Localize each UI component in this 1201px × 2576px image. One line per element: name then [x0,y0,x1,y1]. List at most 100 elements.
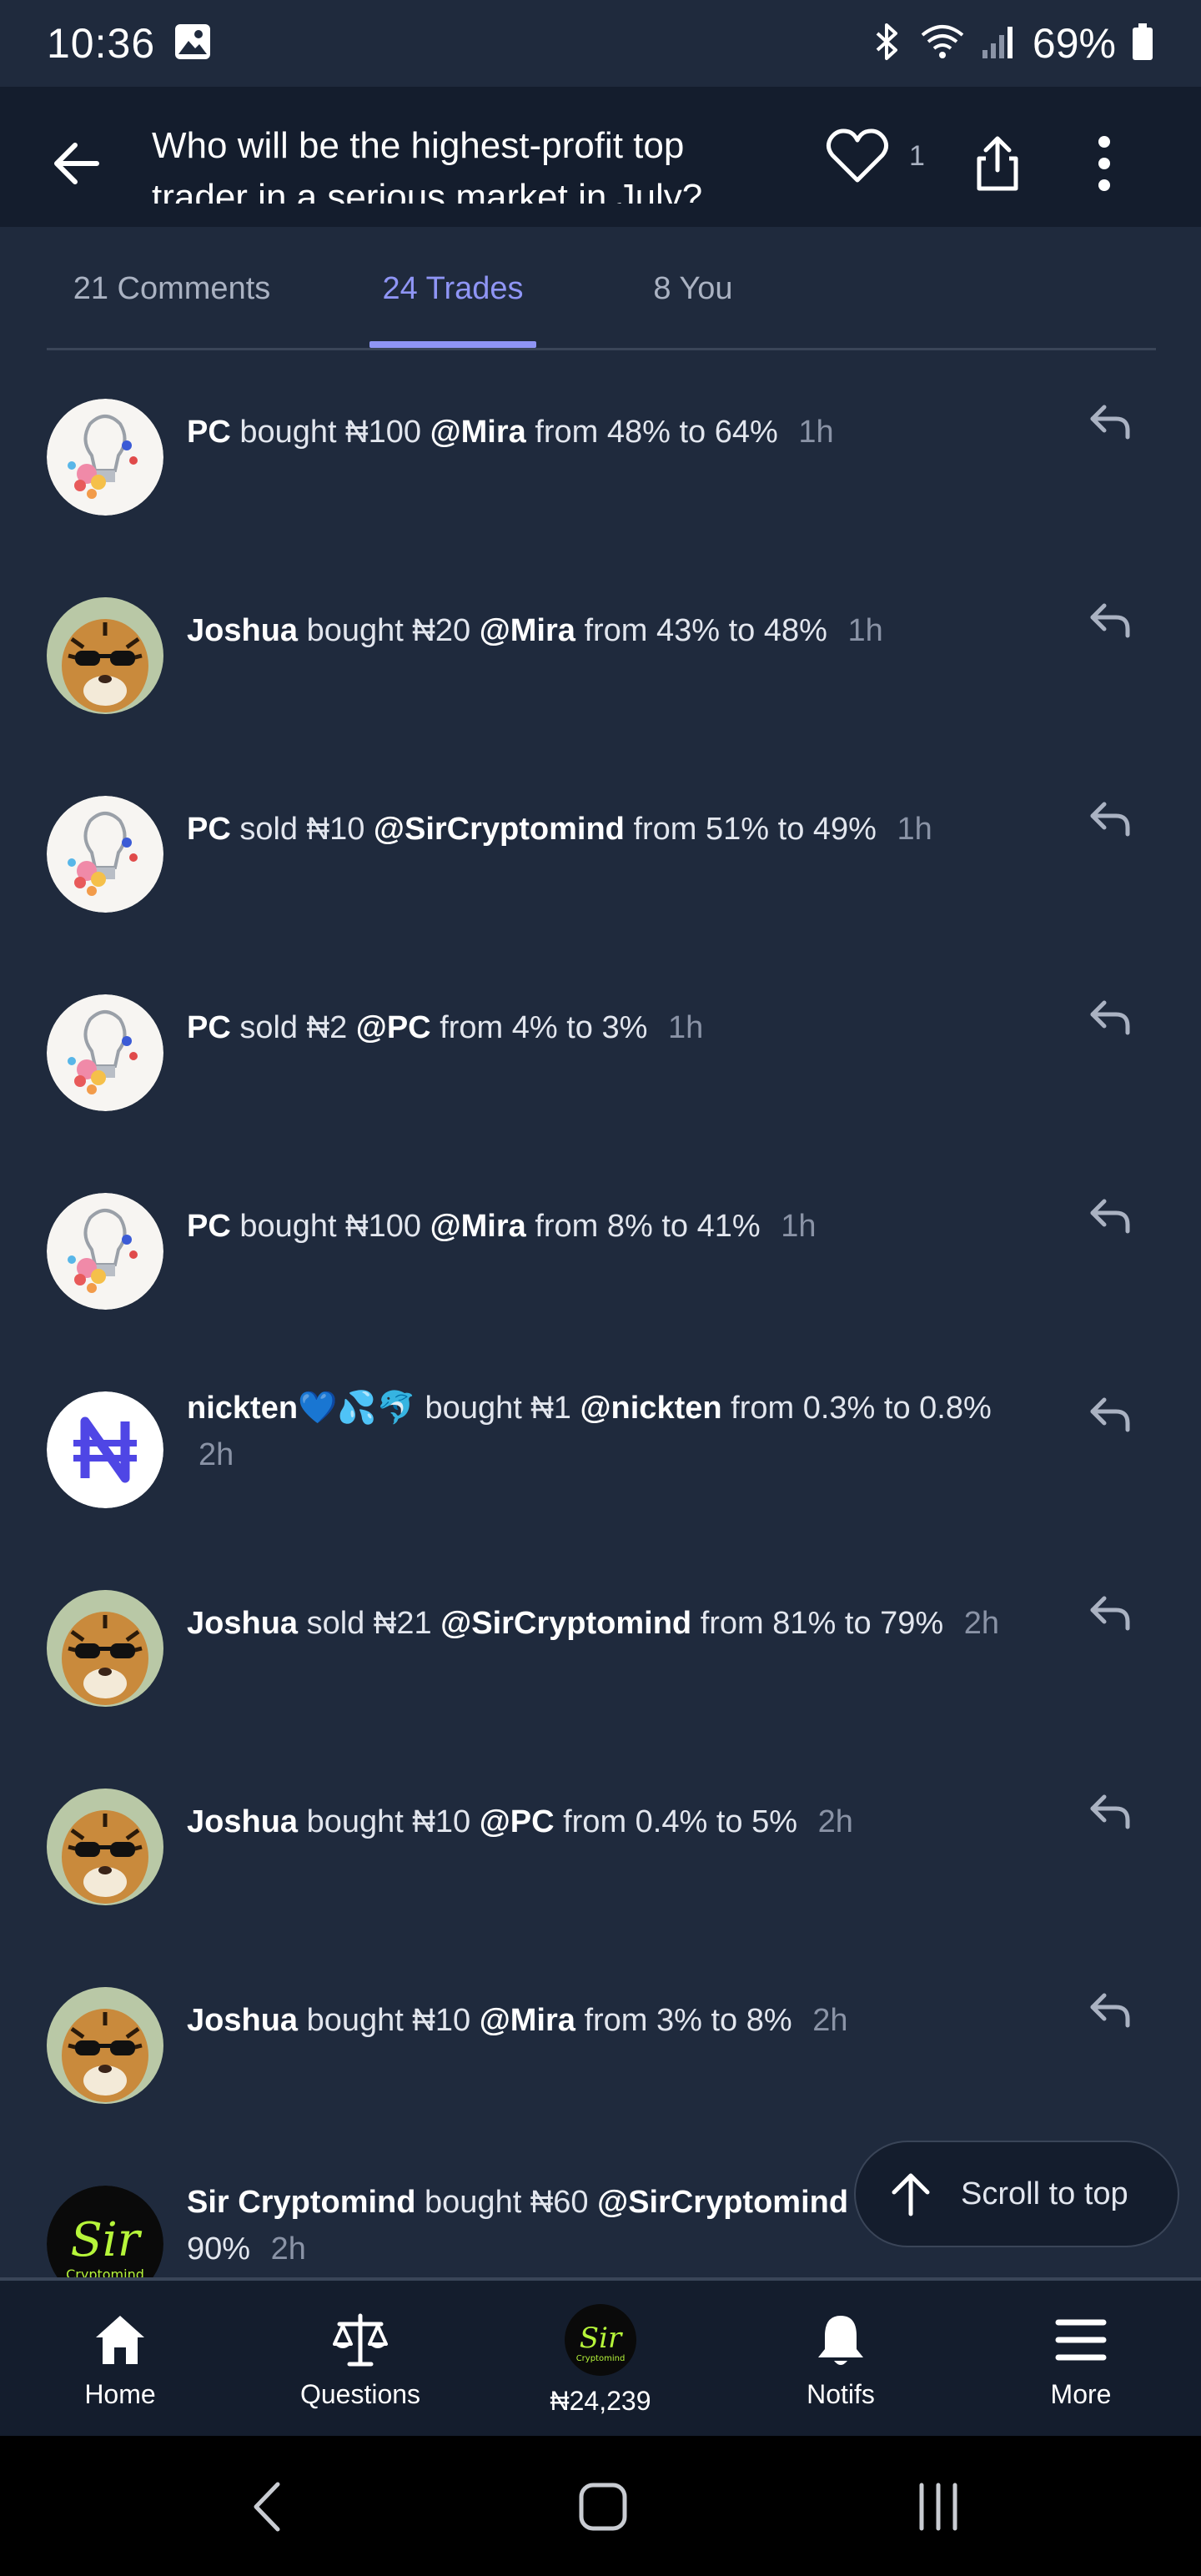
nav-balance[interactable]: Sir Cryptomind ₦24,239 [480,2281,721,2439]
trade-action: bought [425,1391,522,1426]
tab-comments[interactable]: 21 Comments [47,227,297,350]
user-avatar[interactable] [47,1789,163,1905]
trade-prob-to: 3% [601,1010,648,1045]
reply-button[interactable] [1084,1588,1134,1638]
trade-answer[interactable]: @SirCryptomind [597,2185,848,2220]
trade-from-word: from [440,1010,504,1045]
trade-prob-from: 43% [656,613,721,648]
trade-from-word: from [535,1209,599,1244]
reply-icon [1090,1199,1130,1234]
bell-icon [818,2315,863,2365]
trade-to-word: to [679,415,706,450]
share-button[interactable] [972,133,1023,198]
question-title: Who will be the highest-profit top trade… [152,120,769,204]
reply-button[interactable] [1084,794,1134,844]
user-avatar[interactable] [47,1987,163,2104]
trade-prob-from: 0.3% [802,1391,876,1426]
trade-answer[interactable]: @Mira [430,415,526,450]
trade-from-word: from [700,1606,764,1641]
trade-prob-from: 3% [656,2003,702,2038]
trade-user-name[interactable]: Joshua [187,1606,298,1641]
status-time: 10:36 [47,20,156,67]
nav-more-label: More [1050,2378,1112,2409]
user-avatar[interactable] [47,796,163,913]
trade-user-name[interactable]: PC [187,415,231,450]
trade-user-name[interactable]: Sir Cryptomind [187,2185,415,2220]
question-title-text: Who will be the highest-profit top trade… [152,125,703,204]
reply-icon [1090,405,1130,440]
trade-amount: ₦21 [373,1606,432,1641]
trade-prob-to: 8% [746,2003,792,2038]
trade-amount: ₦10 [306,812,365,847]
user-avatar[interactable] [47,1590,163,1707]
trade-row: PC bought ₦100 @Mira from 48% to 64% 1h [0,367,1201,566]
trade-answer[interactable]: @Mira [430,1209,526,1244]
menu-icon [1055,2319,1107,2360]
back-button[interactable] [43,130,110,197]
reply-button[interactable] [1084,1191,1134,1241]
nav-notifs[interactable]: Notifs [721,2281,961,2439]
battery-percent: 69% [1032,20,1116,67]
svg-text:Sir: Sir [70,2213,142,2267]
nav-questions[interactable]: Questions [240,2281,480,2439]
active-tab-indicator [369,341,536,348]
trade-user-name[interactable]: PC [187,812,231,847]
user-avatar[interactable] [47,1391,163,1508]
reply-button[interactable] [1084,596,1134,646]
trade-user-name[interactable]: Joshua [187,613,298,648]
trade-prob-from: 0.4% [635,1804,708,1839]
trade-from-word: from [584,2003,648,2038]
wifi-icon [919,22,966,66]
trade-action: bought [306,2003,404,2038]
trade-action: sold [239,1010,299,1045]
trade-answer[interactable]: @PC [356,1010,431,1045]
trade-action: sold [239,812,299,847]
trade-user-name[interactable]: Joshua [187,1804,298,1839]
user-avatar[interactable] [47,1193,163,1310]
reply-button[interactable] [1084,993,1134,1043]
user-avatar[interactable]: Sir Cryptomind [47,2186,163,2277]
trade-answer[interactable]: @Mira [480,613,575,648]
trade-answer[interactable]: @SirCryptomind [374,812,625,847]
nav-questions-label: Questions [299,2378,421,2409]
trade-time: 2h [812,2003,848,2038]
more-options-button[interactable] [1084,133,1124,198]
trade-user-name[interactable]: PC [187,1209,231,1244]
system-home-button[interactable] [565,2469,641,2544]
arrow-left-icon [54,143,99,184]
like-button[interactable]: 1 [826,127,925,185]
trade-answer[interactable]: @nickten [580,1391,721,1426]
reply-button[interactable] [1084,1390,1134,1440]
reply-button[interactable] [1084,1787,1134,1837]
trade-user-name[interactable]: Joshua [187,2003,298,2038]
nav-more[interactable]: More [961,2281,1201,2439]
reply-button[interactable] [1084,1985,1134,2035]
tab-you[interactable]: 8 You [622,227,764,350]
trade-answer[interactable]: @SirCryptomind [440,1606,691,1641]
trade-prob-to: 90% [187,2231,251,2267]
tab-trades[interactable]: 24 Trades [369,227,536,350]
reply-button[interactable] [1084,397,1134,447]
top-app-bar: Who will be the highest-profit top trade… [0,87,1201,227]
svg-text:Cryptomind: Cryptomind [66,2267,144,2277]
reply-icon [1090,802,1130,837]
user-avatar[interactable] [47,399,163,516]
trade-action: sold [306,1606,365,1641]
user-avatar[interactable] [47,597,163,714]
trade-prob-from: 4% [511,1010,558,1045]
trade-prob-from: 51% [706,812,770,847]
trade-time: 1h [897,812,932,847]
system-recents-button[interactable] [901,2469,976,2544]
system-back-button[interactable] [232,2469,307,2544]
trade-user-name[interactable]: nickten💙💦🐬 [187,1391,416,1426]
scroll-to-top-button[interactable]: Scroll to top [854,2141,1179,2247]
more-vertical-icon [1098,136,1110,191]
nav-home[interactable]: Home [0,2281,240,2439]
scroll-to-top-label: Scroll to top [961,2176,1128,2211]
arrow-up-icon [892,2173,930,2216]
trade-answer[interactable]: @PC [480,1804,555,1839]
trade-time: 1h [781,1209,817,1244]
trade-answer[interactable]: @Mira [480,2003,575,2038]
trade-user-name[interactable]: PC [187,1010,231,1045]
user-avatar[interactable] [47,994,163,1111]
